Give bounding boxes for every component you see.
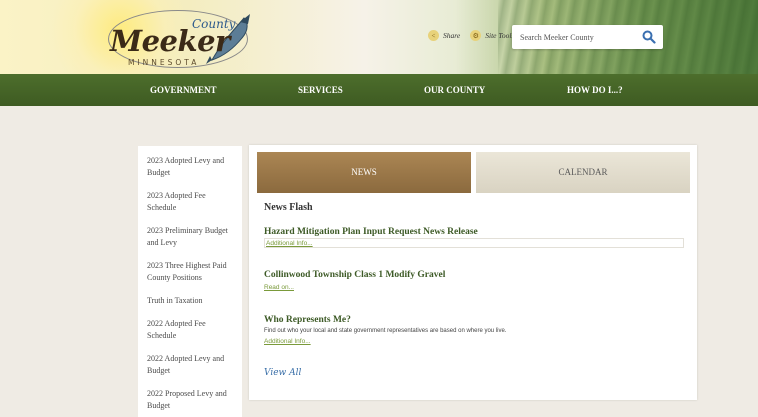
sidebar-link[interactable]: 2023 Preliminary Budget and Levy [138,225,242,249]
share-label: Share [443,31,461,40]
search-box [512,25,663,49]
nav-our-county[interactable]: OUR COUNTY [424,74,485,106]
county-logo[interactable]: County Meeker MINNESOTA [100,8,260,70]
news-item-title[interactable]: Hazard Mitigation Plan Input Request New… [264,227,478,237]
sidebar-link[interactable]: 2022 Adopted Levy and Budget [138,353,242,377]
main-navigation: GOVERNMENT SERVICES OUR COUNTY HOW DO I.… [0,74,758,106]
tab-news[interactable]: NEWS [257,152,471,193]
sidebar-link[interactable]: Truth in Taxation [138,295,242,307]
logo-state-text: MINNESOTA [128,58,200,67]
tab-calendar[interactable]: CALENDAR [476,152,690,193]
sidebar-link[interactable]: 2023 Adopted Fee Schedule [138,190,242,214]
site-tools-button[interactable]: ⚙ Site Tools [470,30,514,41]
site-header: County Meeker MINNESOTA < Share ⚙ Site T… [0,0,758,74]
news-calendar-panel: NEWS CALENDAR News Flash Hazard Mitigati… [249,145,697,400]
nav-how-do-i[interactable]: HOW DO I...? [567,74,623,106]
news-item-link[interactable]: Read on... [264,284,294,291]
search-input[interactable] [512,25,632,49]
sidebar-link[interactable]: 2022 Proposed Levy and Budget [138,388,242,412]
news-item-link[interactable]: Additional Info... [264,238,684,248]
gear-icon: ⚙ [470,30,482,41]
nav-services[interactable]: SERVICES [298,74,343,106]
news-item-link[interactable]: Additional Info... [264,338,311,345]
share-button[interactable]: < Share [428,30,460,41]
sidebar-link[interactable]: 2022 Adopted Fee Schedule [138,318,242,342]
sidebar-links: 2023 Adopted Levy and Budget 2023 Adopte… [138,146,242,417]
view-all-link[interactable]: View All [264,368,301,378]
sidebar-link[interactable]: 2023 Adopted Levy and Budget [138,155,242,179]
site-tools-label: Site Tools [485,31,515,40]
news-item-title[interactable]: Who Represents Me? [264,315,351,325]
share-icon: < [428,30,439,41]
search-icon[interactable] [642,30,656,44]
news-flash-heading: News Flash [264,202,313,213]
sidebar-link[interactable]: 2023 Three Highest Paid County Positions [138,260,242,284]
news-item-title[interactable]: Collinwood Township Class 1 Modify Grave… [264,270,445,280]
site-tools-bar: < Share ⚙ Site Tools [428,30,524,41]
nav-government[interactable]: GOVERNMENT [150,74,217,106]
news-item-description: Find out who your local and state govern… [264,328,507,334]
logo-name-text: Meeker [110,24,230,58]
